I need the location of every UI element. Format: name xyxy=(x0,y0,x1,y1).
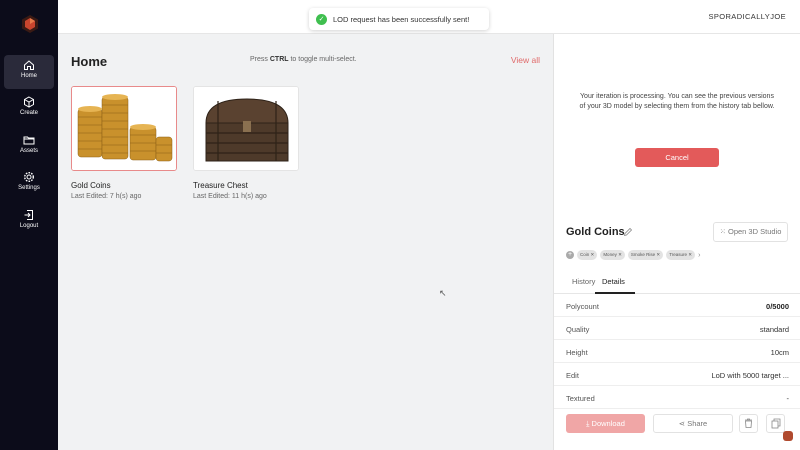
mouse-cursor-icon: ↖ xyxy=(439,288,447,298)
sidebar-item-create[interactable]: Create xyxy=(4,92,54,126)
asset-last-edited: Last Edited: 11 h(s) ago xyxy=(193,193,267,200)
tag-chip: Coin ✕ xyxy=(577,250,598,260)
detail-key: Textured xyxy=(566,394,595,403)
hint-suffix: to toggle multi-select. xyxy=(290,56,357,63)
sidebar-item-label: Create xyxy=(19,110,38,116)
sidebar-item-settings[interactable]: Settings xyxy=(4,167,54,201)
remove-tag-icon[interactable]: ✕ xyxy=(656,252,660,257)
hint-key: CTRL xyxy=(269,56,289,63)
detail-value: 0/5000 xyxy=(766,302,789,311)
processing-message: Your iteration is processing. You can se… xyxy=(579,93,775,110)
page-title: Home xyxy=(71,54,108,69)
sidebar-item-label: Assets xyxy=(19,148,38,154)
download-button[interactable]: ⤓ Download xyxy=(566,414,645,433)
detail-row-polycount: Polycount 0/5000 xyxy=(554,294,800,317)
hint-prefix: Press xyxy=(250,56,268,63)
detail-row-edit: Edit LoD with 5000 target ... xyxy=(554,363,800,386)
sidebar-item-logout[interactable]: Logout xyxy=(4,205,54,239)
tag-label: Money xyxy=(603,252,617,257)
asset-card-treasure-chest[interactable]: Treasure Chest Last Edited: 11 h(s) ago xyxy=(193,86,299,200)
open-3d-studio-button[interactable]: ⁙ Open 3D Studio xyxy=(713,222,788,242)
asset-detail-panel: Your iteration is processing. You can se… xyxy=(553,34,800,450)
tab-details[interactable]: Details xyxy=(602,277,625,286)
top-bar: ✓ LOD request has been successfully sent… xyxy=(58,0,800,34)
detail-value: LoD with 5000 target ... xyxy=(711,371,789,380)
asset-title: Gold Coins xyxy=(566,226,625,238)
success-toast: ✓ LOD request has been successfully sent… xyxy=(309,8,489,30)
detail-value: 10cm xyxy=(770,348,789,357)
trash-icon xyxy=(745,418,752,428)
treasure-chest-image xyxy=(194,87,298,170)
asset-name: Gold Coins xyxy=(71,181,111,190)
tag-label: Coin xyxy=(580,252,590,257)
cube-icon xyxy=(24,96,34,108)
duplicate-button[interactable] xyxy=(766,414,785,433)
copy-icon xyxy=(771,418,781,429)
gold-coins-image xyxy=(72,87,176,170)
remove-tag-icon[interactable]: ✕ xyxy=(688,252,692,257)
tag-chip: Smoke Rise ✕ xyxy=(627,250,664,260)
download-icon: ⤓ xyxy=(586,419,590,428)
cancel-button[interactable]: Cancel xyxy=(635,148,719,167)
open-3d-studio-label: Open 3D Studio xyxy=(728,227,782,236)
asset-card-gold-coins[interactable]: Gold Coins Last Edited: 7 h(s) ago xyxy=(71,86,177,200)
sidebar: Home Create Assets Settings Logout xyxy=(0,0,58,450)
tag-list: + Coin ✕ Money ✕ Smoke Rise ✕ Treasure ✕… xyxy=(566,250,700,260)
detail-key: Quality xyxy=(566,325,590,334)
remove-tag-icon[interactable]: ✕ xyxy=(618,252,622,257)
check-circle-icon: ✓ xyxy=(316,13,327,25)
chevron-right-icon[interactable]: › xyxy=(698,252,700,259)
tag-chip: Money ✕ xyxy=(600,250,625,260)
tag-chip: Treasure ✕ xyxy=(666,250,696,260)
asset-last-edited: Last Edited: 7 h(s) ago xyxy=(71,193,142,200)
share-button[interactable]: ⋖ Share xyxy=(653,414,733,433)
remove-tag-icon[interactable]: ✕ xyxy=(591,252,595,257)
detail-value: - xyxy=(786,394,790,403)
add-tag-icon[interactable]: + xyxy=(566,251,574,259)
tab-history[interactable]: History xyxy=(572,277,595,286)
sidebar-item-assets[interactable]: Assets xyxy=(4,130,54,164)
detail-value: standard xyxy=(759,325,789,334)
cube-badge-icon xyxy=(783,431,793,441)
asset-thumbnail[interactable] xyxy=(71,86,177,171)
detail-key: Edit xyxy=(566,371,579,380)
detail-row-quality: Quality standard xyxy=(554,317,800,340)
home-icon xyxy=(24,60,34,70)
pencil-icon[interactable] xyxy=(623,227,633,237)
detail-row-height: Height 10cm xyxy=(554,340,800,363)
detail-key: Polycount xyxy=(566,302,599,311)
username[interactable]: SPORADICALLYJOE xyxy=(708,12,786,21)
toast-message: LOD request has been successfully sent! xyxy=(333,14,470,24)
tag-label: Smoke Rise xyxy=(630,252,656,257)
share-label: Share xyxy=(687,419,708,428)
logout-icon xyxy=(24,210,33,220)
folder-icon xyxy=(23,136,35,145)
tag-label: Treasure xyxy=(669,252,688,257)
grid-dots-icon: ⁙ xyxy=(719,227,726,236)
view-all-link[interactable]: View all xyxy=(511,55,540,65)
share-icon: ⋖ xyxy=(678,419,686,428)
delete-button[interactable] xyxy=(739,414,758,433)
multi-select-hint: Press CTRL to toggle multi-select. xyxy=(250,56,357,63)
sidebar-item-label: Settings xyxy=(18,185,40,191)
asset-thumbnail[interactable] xyxy=(193,86,299,171)
sidebar-item-home[interactable]: Home xyxy=(4,55,54,89)
sidebar-item-label: Logout xyxy=(19,223,39,229)
detail-key: Height xyxy=(566,348,588,357)
panel-tabs: History Details xyxy=(554,268,800,294)
detail-row-textured: Textured - xyxy=(554,386,800,409)
sidebar-item-label: Home xyxy=(20,73,37,79)
asset-name: Treasure Chest xyxy=(193,181,248,190)
gear-icon xyxy=(23,171,35,183)
app-logo xyxy=(22,15,38,33)
download-label: Download xyxy=(591,419,625,428)
main-content: Home Press CTRL to toggle multi-select. … xyxy=(58,34,553,450)
